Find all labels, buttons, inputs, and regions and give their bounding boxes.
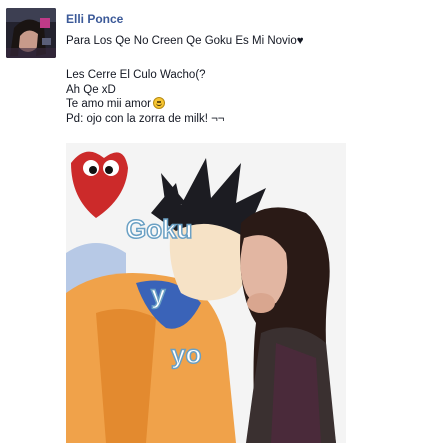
author-name-link[interactable]: Elli Ponce [66,12,123,26]
smiley-emoji-icon [153,97,165,109]
post-body: Les Cerre El Culo Wacho(? Ah Qe xD Te am… [66,68,225,126]
photo-illustration: Goku y yo [66,143,346,443]
post-container: Elli Ponce Para Los Qe No Creen Qe Goku … [0,0,423,447]
feed-post: Elli Ponce Para Los Qe No Creen Qe Goku … [0,0,423,447]
post-status-text: Para Los Qe No Creen Qe Goku Es Mi Novio… [66,35,304,47]
caption-yo: yo [171,339,201,369]
post-photo[interactable]: Goku y yo [66,143,346,443]
post-line-3-text: Te amo mii amor [66,98,151,110]
post-line-4: Pd: ojo con la zorra de milk! ¬¬ [66,112,225,125]
post-line-3: Te amo mii amor [66,97,225,112]
caption-y: y [151,279,166,309]
caption-goku: Goku [126,214,192,244]
avatar-image [6,8,56,58]
post-line-2: Ah Qe xD [66,83,116,96]
avatar[interactable] [6,8,56,58]
post-line-1: Les Cerre El Culo Wacho(? [66,69,206,81]
